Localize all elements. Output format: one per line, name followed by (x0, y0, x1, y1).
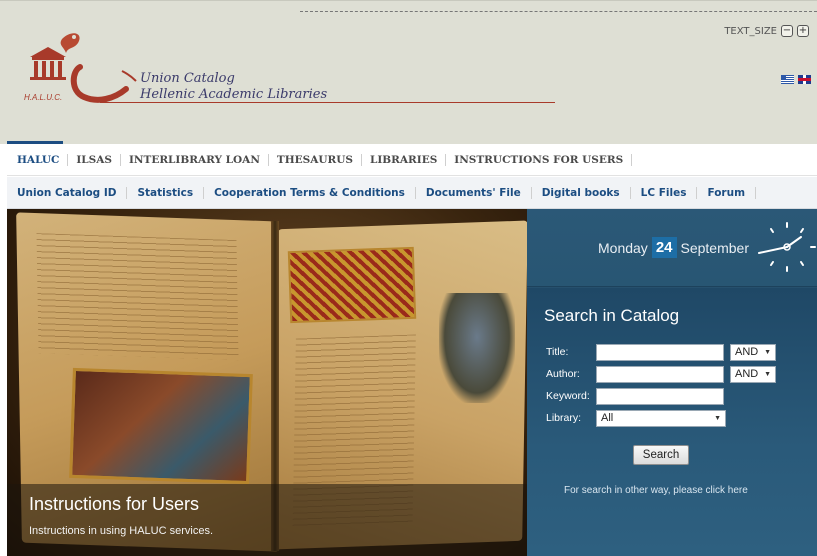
search-title: Search in Catalog (544, 306, 680, 325)
library-label: Library: (546, 412, 582, 424)
text-size-control: TEXT_SIZE − + (724, 25, 809, 37)
catalog-search-form: Search in Catalog Title: AND ▼ Author: A… (527, 288, 817, 556)
secondary-nav: Union Catalog ID Statistics Cooperation … (7, 177, 817, 209)
text-size-increase-button[interactable]: + (797, 25, 809, 37)
hero-banner[interactable]: Instructions for Users Instructions in u… (7, 209, 527, 556)
subnav-item-cooperation-terms[interactable]: Cooperation Terms & Conditions (204, 186, 416, 199)
search-button[interactable]: Search (633, 445, 689, 465)
clock-icon (758, 222, 816, 272)
logo-abbr: H.A.L.U.C. (24, 93, 62, 102)
manuscript-text-lines (36, 233, 239, 361)
nav-item-haluc[interactable]: HALUC (17, 153, 69, 166)
chevron-down-icon: ▼ (764, 348, 771, 356)
side-panel: Monday 24 September Search in Catalog Ti… (527, 209, 817, 556)
subnav-item-statistics[interactable]: Statistics (127, 186, 205, 199)
logo-line-1: Union Catalog (140, 71, 235, 86)
subnav-item-digital-books[interactable]: Digital books (532, 186, 631, 199)
search-row-library: Library: All ▼ (546, 409, 726, 427)
search-row-author: Author: AND ▼ (546, 365, 776, 383)
date-month: September (680, 239, 749, 256)
chevron-down-icon: ▼ (714, 414, 721, 422)
manuscript-figure (439, 293, 515, 403)
nav-item-thesaurus[interactable]: THESAURUS (269, 153, 363, 166)
library-select-value: All (601, 412, 614, 424)
subnav-item-lc-files[interactable]: LC Files (631, 186, 698, 199)
manuscript-miniature (69, 367, 253, 485)
author-operator-select[interactable]: AND ▼ (730, 365, 776, 383)
date-day: 24 (651, 237, 677, 258)
date-weekday: Monday (598, 239, 648, 256)
author-operator-value: AND (735, 368, 759, 380)
uk-flag-icon[interactable] (798, 75, 811, 84)
header-top-rule (300, 11, 817, 12)
keyword-label: Keyword: (546, 390, 590, 402)
library-select[interactable]: All ▼ (596, 409, 726, 427)
subnav-item-union-catalog-id[interactable]: Union Catalog ID (17, 186, 128, 199)
hero-title[interactable]: Instructions for Users (29, 494, 527, 515)
haluc-logo[interactable]: H.A.L.U.C. (22, 27, 142, 107)
logo-line-2: Hellenic Academic Libraries (140, 87, 328, 102)
author-input[interactable] (596, 365, 724, 383)
chevron-down-icon: ▼ (764, 370, 771, 378)
date-display: Monday 24 September (527, 209, 817, 287)
title-input[interactable] (596, 343, 724, 361)
site-header: H.A.L.U.C. Union Catalog Hellenic Academ… (0, 0, 817, 145)
author-label: Author: (546, 368, 580, 380)
search-row-title: Title: AND ▼ (546, 343, 776, 361)
primary-nav: HALUC ILSAS INTERLIBRARY LOAN THESAURUS … (7, 144, 817, 176)
hero-subtitle: Instructions in using HALUC services. (29, 525, 214, 537)
nav-item-libraries[interactable]: LIBRARIES (362, 153, 447, 166)
text-size-label: TEXT_SIZE (724, 25, 777, 37)
subnav-item-forum[interactable]: Forum (697, 186, 757, 199)
keyword-input[interactable] (596, 387, 724, 405)
nav-item-instructions-for-users[interactable]: INSTRUCTIONS FOR USERS (446, 153, 633, 166)
nav-item-ilsas[interactable]: ILSAS (68, 153, 121, 166)
hero-caption: Instructions for Users Instructions in u… (7, 484, 527, 556)
logo-text: Union Catalog Hellenic Academic Librarie… (140, 71, 327, 103)
alternate-search-link[interactable]: For search in other way, please click he… (564, 485, 748, 496)
subnav-item-documents-file[interactable]: Documents' File (416, 186, 532, 199)
page: H.A.L.U.C. Union Catalog Hellenic Academ… (0, 0, 817, 556)
text-size-decrease-button[interactable]: − (781, 25, 793, 37)
greek-flag-icon[interactable] (781, 75, 794, 84)
nav-item-interlibrary-loan[interactable]: INTERLIBRARY LOAN (121, 153, 269, 166)
title-operator-select[interactable]: AND ▼ (730, 343, 776, 361)
language-switcher (781, 75, 811, 84)
title-label: Title: (546, 346, 569, 358)
logo-underline (100, 102, 555, 103)
title-operator-value: AND (735, 346, 759, 358)
manuscript-headpiece (287, 246, 417, 324)
search-row-keyword: Keyword: (546, 387, 724, 405)
